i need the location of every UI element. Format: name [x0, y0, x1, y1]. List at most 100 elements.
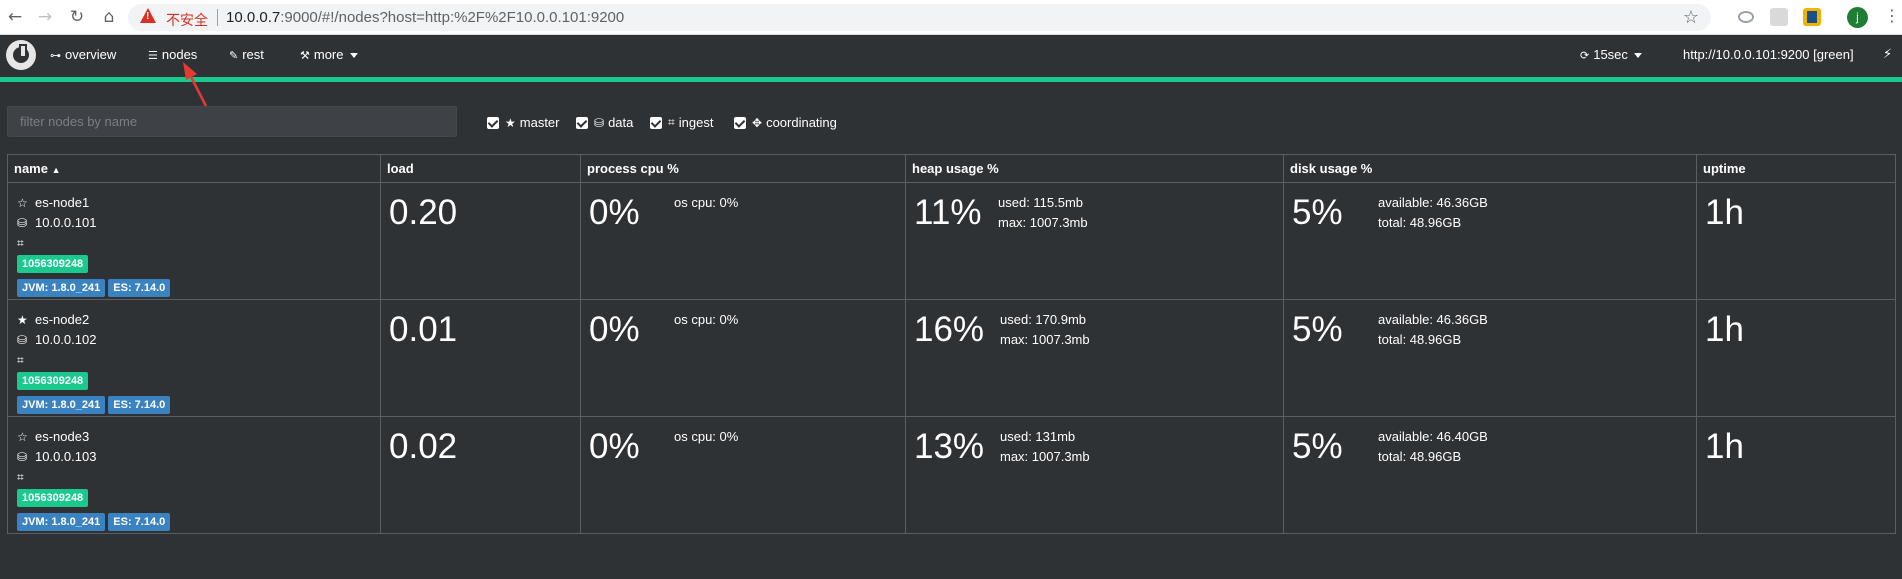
edit-icon: ✎ [229, 49, 239, 62]
magic-icon: ⚒ [300, 49, 310, 62]
heap-cell: 13% used: 131mb max: 1007.3mb [905, 416, 1284, 534]
disk-detail: available: 46.36GB total: 48.96GB [1378, 195, 1488, 230]
uptime-cell: 1h [1696, 416, 1896, 534]
os-cpu: os cpu: 0% [674, 312, 739, 327]
forward-icon[interactable]: → [34, 6, 56, 28]
back-icon[interactable]: ← [4, 6, 26, 28]
nav-rest[interactable]: ✎ rest [229, 47, 264, 62]
node-id-badge: 1056309248 [17, 255, 89, 273]
cluster-connection[interactable]: http://10.0.0.101:9200 [green] [1683, 47, 1854, 62]
header-uptime[interactable]: uptime [1696, 154, 1896, 183]
cpu-cell: 0% os cpu: 0% [580, 299, 906, 417]
filter-ingest[interactable]: ⌗ ingest [650, 115, 713, 130]
disk-cell: 5% available: 46.36GB total: 48.96GB [1283, 299, 1697, 417]
list-icon: ☰ [148, 49, 158, 62]
load-value: 0.01 [389, 310, 458, 349]
profile-avatar[interactable]: j [1847, 7, 1868, 28]
cpu-cell: 0% os cpu: 0% [580, 182, 906, 300]
uptime-value: 1h [1705, 427, 1744, 466]
checkbox[interactable] [487, 116, 499, 129]
node-cell: ☆ es-node1 ⛁ 10.0.0.101 ⌗ 1056309248 JVM: … [7, 182, 381, 300]
star-filled-icon: ★ [17, 313, 28, 327]
sort-asc-icon: ▲ [51, 165, 61, 175]
node-name[interactable]: es-node2 [35, 312, 89, 327]
table-row: ☆ es-node1 ⛁ 10.0.0.101 ⌗ 1056309248 JVM: … [7, 182, 1896, 300]
extension-book-icon[interactable] [1770, 8, 1788, 26]
checkbox[interactable] [576, 116, 588, 129]
jvm-badge: JVM: 1.8.0_241 [17, 279, 106, 297]
hdd-icon: ⛁ [17, 450, 28, 464]
status-bar-green [0, 77, 1902, 82]
disk-cell: 5% available: 46.40GB total: 48.96GB [1283, 416, 1697, 534]
heap-value: 11% [914, 193, 982, 232]
crosshair-icon: ✥ [752, 115, 763, 130]
checkbox[interactable] [650, 116, 662, 129]
header-heap[interactable]: heap usage % [905, 154, 1284, 183]
header-disk[interactable]: disk usage % [1283, 154, 1697, 183]
nodes-table: name ▲ load process cpu % heap usage % d… [7, 154, 1896, 534]
nav-overview[interactable]: ⊶ overview [50, 47, 116, 62]
os-cpu: os cpu: 0% [674, 429, 739, 444]
heap-cell: 16% used: 170.9mb max: 1007.3mb [905, 299, 1284, 417]
cerebro-logo[interactable] [6, 40, 36, 70]
refresh-icon: ⟳ [1580, 49, 1590, 62]
load-cell: 0.20 [380, 182, 581, 300]
header-cpu[interactable]: process cpu % [580, 154, 906, 183]
star-outline-icon: ☆ [17, 430, 28, 444]
disk-cell: 5% available: 46.36GB total: 48.96GB [1283, 182, 1697, 300]
url-text[interactable]: 10.0.0.7:9000/#!/nodes?host=http:%2F%2F1… [226, 9, 624, 26]
cpu-cell: 0% os cpu: 0% [580, 416, 906, 534]
cpu-value: 0% [589, 193, 640, 232]
uptime-cell: 1h [1696, 299, 1896, 417]
browser-menu-icon[interactable]: ⋮ [1884, 6, 1900, 25]
disk-value: 5% [1292, 193, 1343, 232]
browser-toolbar: ← → ↻ ⌂ 不安全 10.0.0.7:9000/#!/nodes?host=… [0, 0, 1902, 35]
crop-icon: ⌗ [17, 353, 24, 367]
reload-icon[interactable]: ↻ [66, 6, 88, 28]
bookmark-star-icon[interactable]: ☆ [1683, 7, 1699, 28]
star-outline-icon: ☆ [17, 196, 28, 210]
header-load[interactable]: load [380, 154, 581, 183]
checkbox[interactable] [734, 116, 746, 129]
load-value: 0.02 [389, 427, 458, 466]
plug-icon[interactable]: ⚡ [1883, 47, 1892, 62]
filter-nodes-input[interactable] [7, 106, 457, 137]
table-row: ☆ es-node3 ⛁ 10.0.0.103 ⌗ 1056309248 JVM: … [7, 416, 1896, 534]
nav-more[interactable]: ⚒ more [300, 47, 358, 62]
heap-detail: used: 170.9mb max: 1007.3mb [1000, 312, 1090, 347]
node-name[interactable]: es-node1 [35, 195, 89, 210]
load-value: 0.20 [389, 193, 458, 232]
crop-icon: ⌗ [17, 470, 24, 484]
node-ip: 10.0.0.101 [35, 215, 97, 230]
refresh-interval-dropdown[interactable]: ⟳ 15sec [1580, 47, 1642, 62]
nav-nodes[interactable]: ☰ nodes [148, 47, 197, 62]
disk-detail: available: 46.40GB total: 48.96GB [1378, 429, 1488, 464]
es-version-badge: ES: 7.14.0 [108, 513, 171, 531]
url-divider [217, 9, 218, 26]
filter-master[interactable]: ★ master [487, 115, 560, 130]
jvm-badge: JVM: 1.8.0_241 [17, 513, 106, 531]
cpu-value: 0% [589, 310, 640, 349]
app-navbar: ⊶ overview ☰ nodes ✎ rest ⚒ more ⟳ 15sec http… [0, 35, 1902, 77]
star-icon: ★ [505, 115, 516, 130]
extension-cloud-icon[interactable] [1738, 11, 1754, 23]
header-name[interactable]: name ▲ [7, 154, 381, 183]
filter-data[interactable]: ⛁ data [576, 115, 633, 130]
uptime-value: 1h [1705, 193, 1744, 232]
node-name[interactable]: es-node3 [35, 429, 89, 444]
table-row: ★ es-node2 ⛁ 10.0.0.102 ⌗ 1056309248 JVM: … [7, 299, 1896, 417]
warning-icon [140, 8, 156, 23]
heap-value: 16% [914, 310, 985, 349]
uptime-cell: 1h [1696, 182, 1896, 300]
os-cpu: os cpu: 0% [674, 195, 739, 210]
home-icon[interactable]: ⌂ [98, 6, 120, 28]
disk-value: 5% [1292, 427, 1343, 466]
hdd-icon: ⛁ [17, 333, 28, 347]
crop-icon: ⌗ [668, 115, 675, 129]
node-ip: 10.0.0.103 [35, 449, 97, 464]
extension-download-icon[interactable] [1803, 8, 1821, 26]
filter-coordinating[interactable]: ✥ coordinating [734, 115, 837, 130]
address-bar[interactable]: 不安全 10.0.0.7:9000/#!/nodes?host=http:%2F… [128, 4, 1711, 31]
heap-detail: used: 115.5mb max: 1007.3mb [998, 195, 1088, 230]
caret-down-icon [1633, 53, 1642, 59]
